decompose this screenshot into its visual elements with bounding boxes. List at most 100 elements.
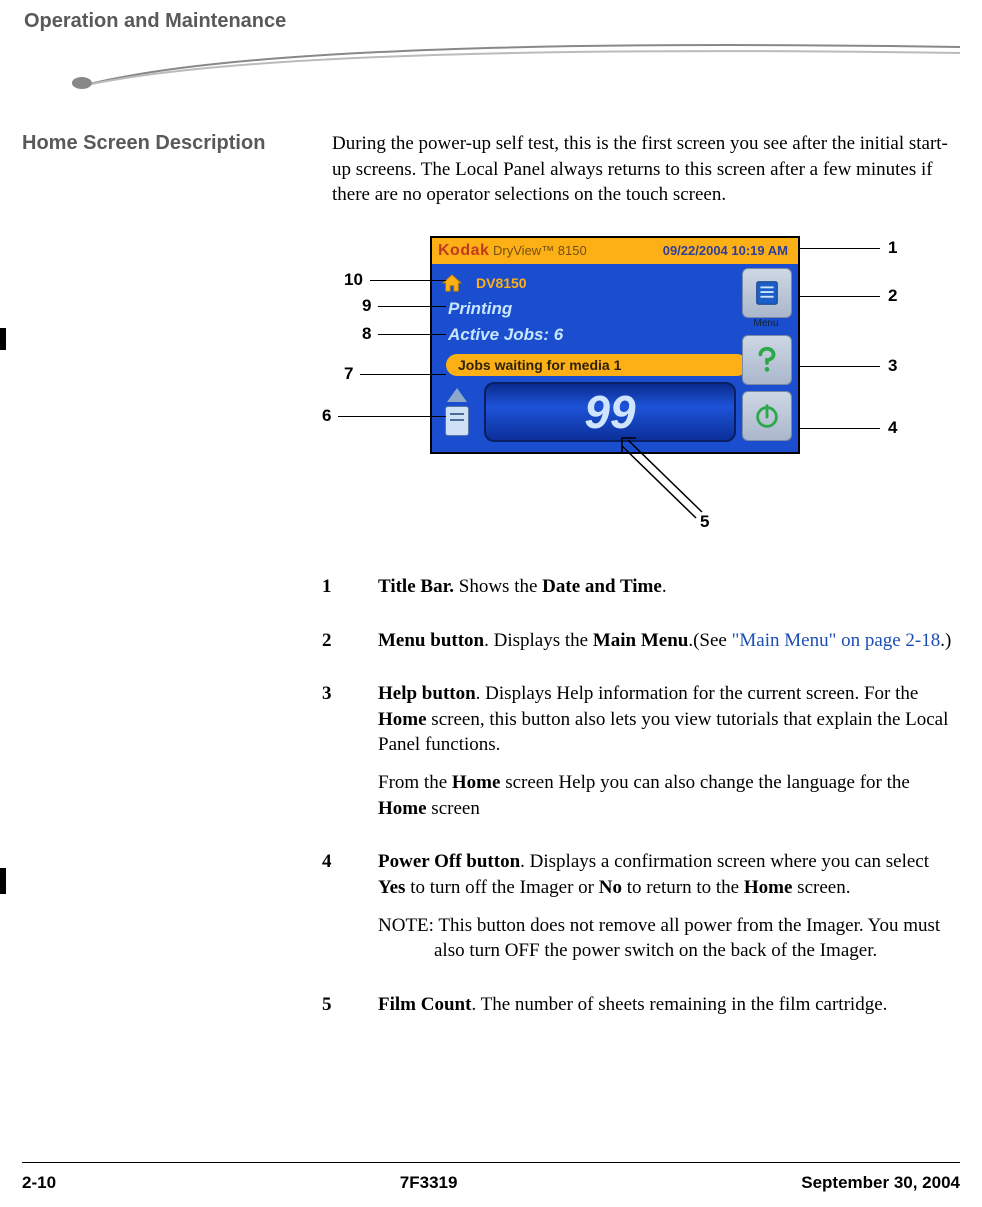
legend-text: . Displays the	[484, 630, 593, 651]
legend-bold: Date and Time	[542, 576, 662, 597]
legend-num: 4	[322, 849, 378, 976]
chapter-title: Operation and Maintenance	[24, 10, 960, 33]
tray-open-icon	[447, 388, 467, 402]
legend-num: 3	[322, 681, 378, 833]
device-name-row: DV8150	[440, 270, 790, 296]
menu-button[interactable]	[742, 268, 792, 318]
legend-text: screen, this button also lets you view t…	[378, 709, 948, 756]
lead-line	[360, 374, 446, 376]
callout-6: 6	[322, 406, 331, 426]
legend-bold: Yes	[378, 877, 405, 898]
device-screen: Kodak DryView™ 8150 09/22/2004 10:19 AM	[430, 236, 800, 454]
legend-body: Menu button. Displays the Main Menu.(See…	[378, 628, 960, 666]
legend-text: screen.	[792, 877, 850, 898]
device-name: DV8150	[476, 270, 527, 296]
lead-line	[800, 428, 880, 430]
callout-2: 2	[888, 286, 897, 306]
footer-date: September 30, 2004	[801, 1173, 960, 1193]
lead-line	[378, 334, 446, 336]
callout-7: 7	[344, 364, 353, 384]
legend-title: Title Bar.	[378, 576, 454, 597]
count-panel: 99	[440, 382, 790, 442]
legend-num: 1	[322, 574, 378, 612]
callout-10: 10	[344, 270, 363, 290]
legend-title: Power Off button	[378, 851, 520, 872]
count-icons	[440, 388, 474, 436]
change-bar	[0, 868, 6, 894]
legend-title: Film Count	[378, 994, 471, 1015]
legend-bold: Home	[378, 798, 427, 819]
swoosh-divider	[22, 41, 960, 91]
legend-link[interactable]: "Main Menu" on page 2-18	[732, 630, 941, 651]
legend-item-2: 2 Menu button. Displays the Main Menu.(S…	[322, 628, 960, 666]
legend-text: .)	[940, 630, 951, 651]
power-icon	[752, 401, 782, 431]
legend-text: screen Help you can also change the lang…	[500, 772, 909, 793]
power-button[interactable]	[742, 391, 792, 441]
footer-page: 2-10	[22, 1173, 56, 1193]
legend-text: Shows the	[454, 576, 542, 597]
legend-item-4: 4 Power Off button. Displays a confirmat…	[322, 849, 960, 976]
callout-5-arrow	[620, 432, 720, 524]
lead-line	[800, 366, 880, 368]
section-heading: Home Screen Description	[22, 131, 332, 156]
legend-bold: No	[599, 877, 622, 898]
datetime-label: 09/22/2004 10:19 AM	[663, 238, 788, 264]
home-icon	[440, 272, 464, 294]
screen-body: Menu	[432, 264, 798, 452]
page-footer: 2-10 7F3319 September 30, 2004	[22, 1162, 960, 1207]
menu-label: Menu	[742, 318, 790, 329]
legend-text: .(See	[688, 630, 731, 651]
legend-bold: Main Menu	[593, 630, 689, 651]
section-intro: During the power-up self test, this is t…	[332, 131, 960, 208]
button-panel: Menu	[742, 268, 790, 441]
state-label: Printing	[448, 296, 790, 322]
legend-item-5: 5 Film Count. The number of sheets remai…	[322, 992, 960, 1030]
callout-4: 4	[888, 418, 897, 438]
callout-8: 8	[362, 324, 371, 344]
callout-1: 1	[888, 238, 897, 258]
change-bar	[0, 328, 6, 350]
menu-icon	[752, 278, 782, 308]
status-message: Jobs waiting for media 1	[446, 354, 748, 376]
lead-line	[338, 416, 446, 418]
screen-title-bar: Kodak DryView™ 8150 09/22/2004 10:19 AM	[432, 238, 798, 264]
legend-title: Menu button	[378, 630, 484, 651]
callout-5: 5	[700, 512, 709, 532]
legend-text: From the	[378, 772, 452, 793]
manual-page: Operation and Maintenance Home Screen De…	[0, 0, 982, 1207]
legend-title: Help button	[378, 683, 476, 704]
legend-bold: Home	[452, 772, 501, 793]
legend-bold: Home	[378, 709, 427, 730]
legend-text: . The number of sheets remaining in the …	[471, 994, 887, 1015]
legend-body: Title Bar. Shows the Date and Time.	[378, 574, 960, 612]
legend-text: screen	[427, 798, 480, 819]
footer-doc-id: 7F3319	[400, 1173, 458, 1193]
lead-line	[800, 248, 880, 250]
note-label: NOTE:	[378, 915, 434, 936]
note-body: This button does not remove all power fr…	[434, 915, 940, 962]
callout-3: 3	[888, 356, 897, 376]
brand-sub: DryView™ 8150	[493, 243, 587, 258]
lead-line	[370, 280, 446, 282]
legend-body: Film Count. The number of sheets remaini…	[378, 992, 960, 1030]
legend-text: .	[662, 576, 667, 597]
legend-text: to turn off the Imager or	[405, 877, 598, 898]
legend-list: 1 Title Bar. Shows the Date and Time. 2 …	[322, 574, 960, 1046]
section-intro-row: Home Screen Description During the power…	[22, 131, 960, 208]
legend-num: 5	[322, 992, 378, 1030]
legend-text: . Displays a confirmation screen where y…	[520, 851, 929, 872]
legend-text: . Displays Help information for the curr…	[476, 683, 919, 704]
legend-item-3: 3 Help button. Displays Help information…	[322, 681, 960, 833]
help-icon	[752, 345, 782, 375]
legend-bold: Home	[744, 877, 793, 898]
legend-item-1: 1 Title Bar. Shows the Date and Time.	[322, 574, 960, 612]
legend-body: Power Off button. Displays a confirmatio…	[378, 849, 960, 976]
callout-9: 9	[362, 296, 371, 316]
help-button[interactable]	[742, 335, 792, 385]
brand-label: Kodak	[438, 242, 489, 259]
home-screen-figure: Kodak DryView™ 8150 09/22/2004 10:19 AM	[322, 236, 962, 546]
active-jobs-label: Active Jobs: 6	[448, 322, 790, 348]
legend-body: Help button. Displays Help information f…	[378, 681, 960, 833]
legend-text: to return to the	[622, 877, 744, 898]
